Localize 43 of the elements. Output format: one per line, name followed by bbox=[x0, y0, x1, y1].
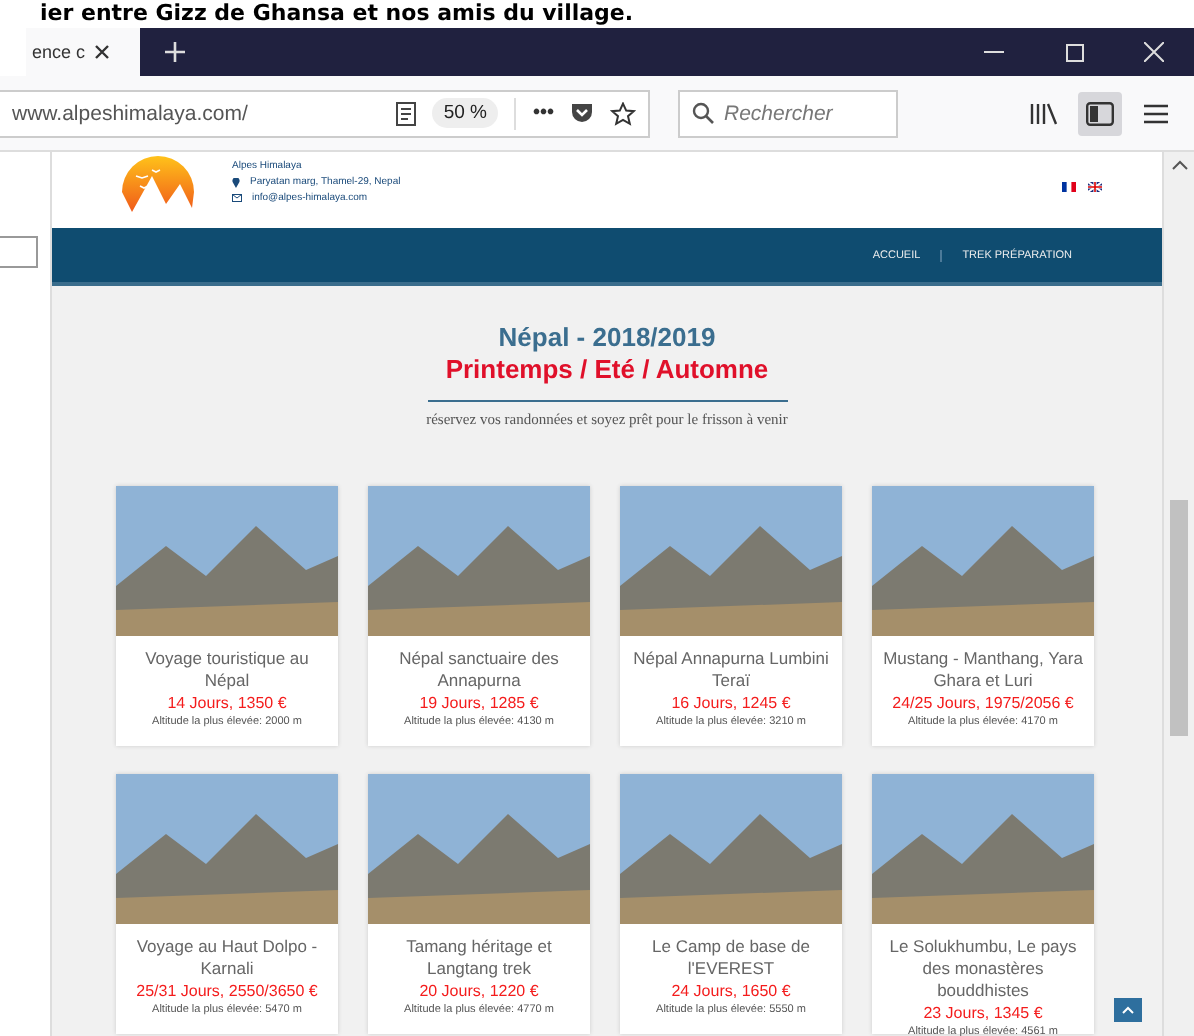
scroll-up-icon[interactable] bbox=[1171, 160, 1187, 170]
pocket-icon[interactable] bbox=[570, 102, 594, 124]
menu-icon[interactable] bbox=[1144, 103, 1168, 123]
close-icon[interactable] bbox=[93, 44, 110, 60]
address-field[interactable]: www.alpeshimalaya.com/ 50 % ••• bbox=[0, 89, 650, 137]
maximize-icon[interactable] bbox=[1065, 43, 1083, 61]
star-icon[interactable] bbox=[610, 101, 636, 125]
trip-price: 24 Jours, 1650 € bbox=[669, 982, 793, 1000]
trip-title[interactable]: Voyage touristique au Népal bbox=[124, 648, 330, 692]
trip-title[interactable]: Le Camp de base de l'EVEREST bbox=[628, 936, 834, 980]
reader-view-icon[interactable] bbox=[395, 101, 416, 125]
back-to-top-button[interactable] bbox=[1114, 998, 1142, 1022]
minimize-icon[interactable] bbox=[984, 50, 1004, 54]
trip-price: 16 Jours, 1245 € bbox=[669, 694, 793, 712]
trip-price: 23 Jours, 1345 € bbox=[921, 1004, 1045, 1022]
trip-title[interactable]: Mustang - Manthang, Yara Ghara et Luri bbox=[880, 648, 1086, 692]
trip-title[interactable]: Népal Annapurna Lumbini Teraï bbox=[628, 648, 834, 692]
zoom-level-button[interactable]: 50 % bbox=[431, 98, 499, 128]
page-title: Népal - 2018/2019 bbox=[496, 322, 718, 352]
input-field[interactable] bbox=[0, 236, 38, 268]
flag-icon[interactable] bbox=[1062, 182, 1076, 192]
trip-price: 24/25 Jours, 1975/2056 € bbox=[890, 694, 1076, 712]
envelope-icon bbox=[232, 194, 242, 202]
page-actions-button[interactable]: ••• bbox=[532, 102, 554, 124]
flag-icon[interactable] bbox=[1088, 182, 1102, 192]
caption-text: ier entre Gizz de Ghansa et nos amis du village. bbox=[40, 0, 634, 28]
trip-price: 20 Jours, 1220 € bbox=[417, 982, 541, 1000]
trip-title[interactable]: Tamang héritage et Langtang trek bbox=[376, 936, 582, 980]
search-icon bbox=[692, 102, 714, 124]
chevron-up-icon bbox=[1122, 1006, 1134, 1014]
sidebar-icon[interactable] bbox=[1086, 101, 1114, 125]
library-icon[interactable] bbox=[1030, 101, 1058, 125]
browser-tab[interactable]: ence c bbox=[26, 28, 140, 76]
trip-price: 25/31 Jours, 2550/3650 € bbox=[134, 982, 320, 1000]
location-pin-icon bbox=[232, 177, 240, 187]
scrollbar-thumb[interactable] bbox=[1170, 500, 1188, 736]
trip-price: 19 Jours, 1285 € bbox=[417, 694, 541, 712]
trip-price: 14 Jours, 1350 € bbox=[165, 694, 289, 712]
trip-title[interactable]: Népal sanctuaire des Annapurna bbox=[376, 648, 582, 692]
season-subtitle: Printemps / Eté / Automne bbox=[443, 354, 771, 384]
search-field[interactable]: Rechercher bbox=[678, 89, 898, 137]
trip-title[interactable]: Le Solukhumbu, Le pays des monastères bouddhistes bbox=[880, 936, 1086, 1002]
trip-title[interactable]: Voyage au Haut Dolpo - Karnali bbox=[124, 936, 330, 980]
